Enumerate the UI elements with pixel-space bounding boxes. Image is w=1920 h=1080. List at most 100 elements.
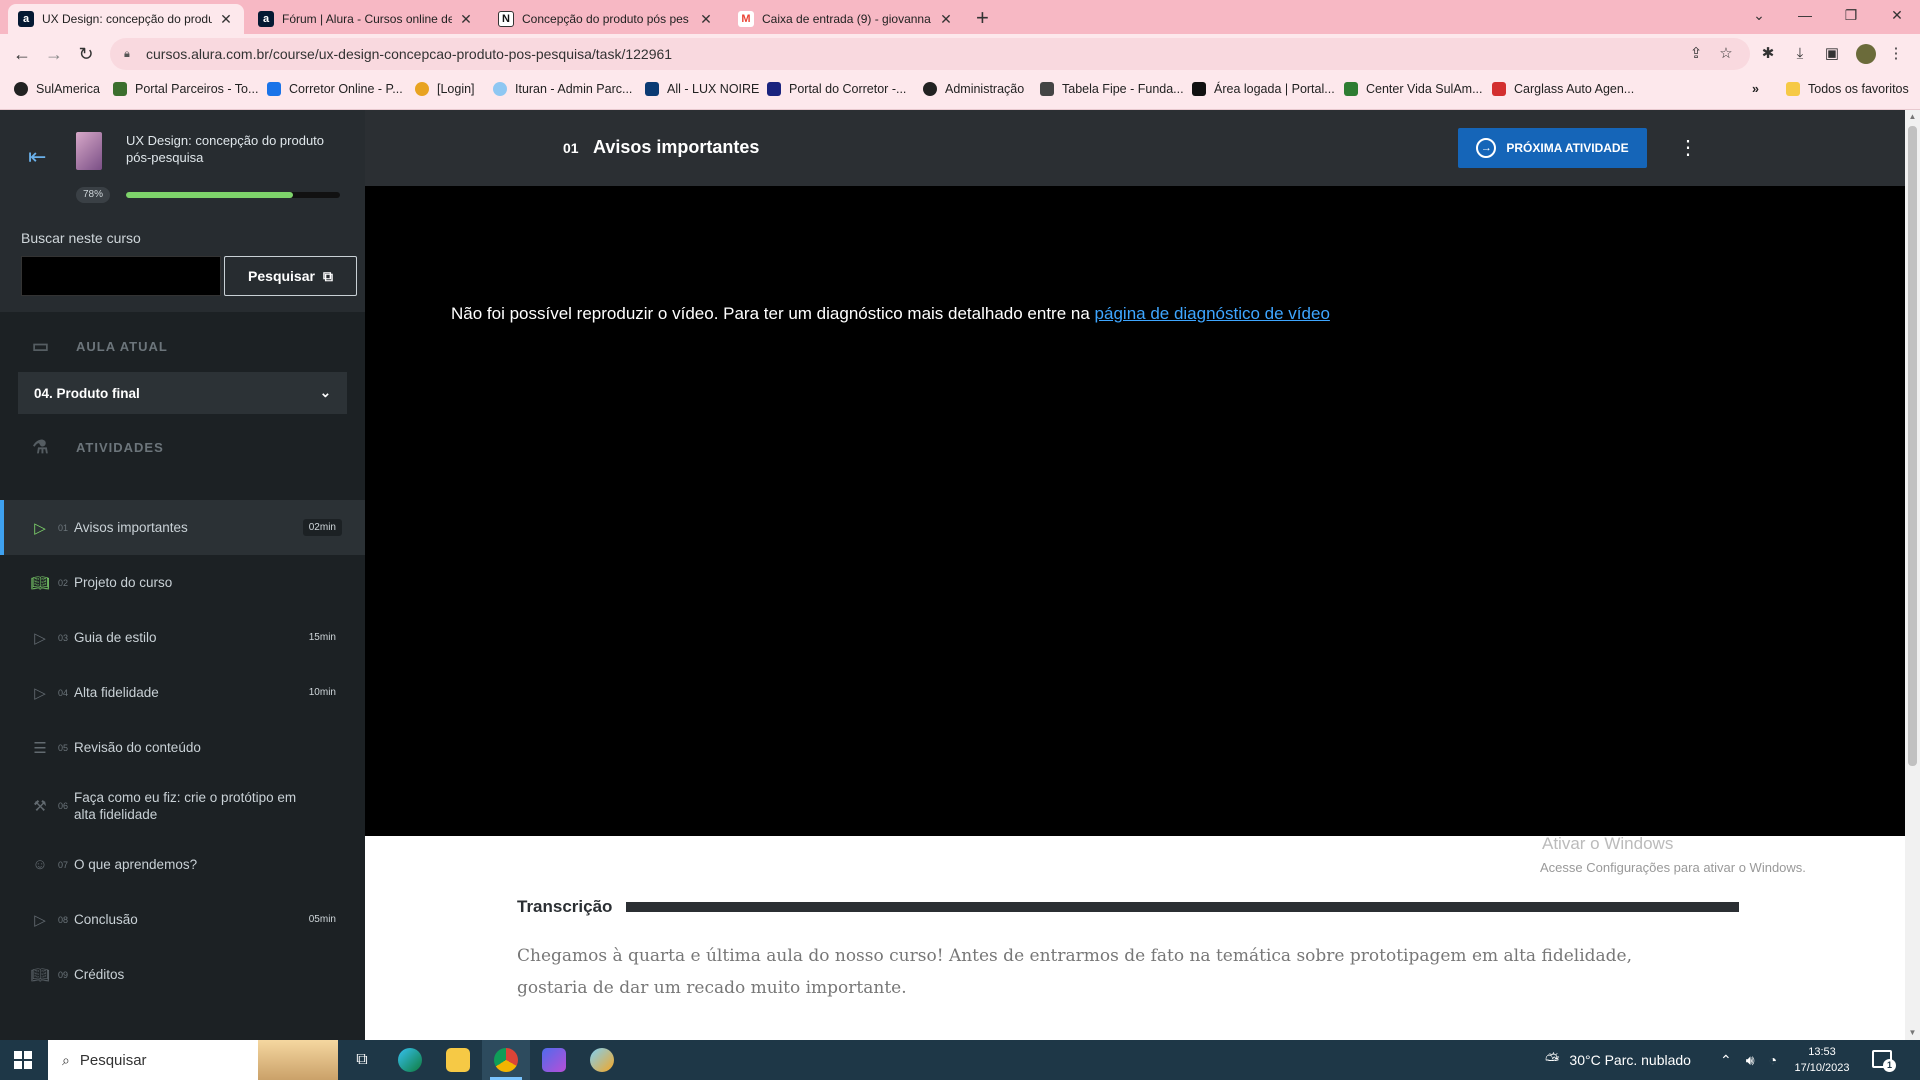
reload-icon[interactable]: ↻ (74, 42, 98, 66)
search-highlight-image (258, 1040, 338, 1080)
minimize-icon[interactable]: — (1782, 0, 1828, 30)
watermark-text: Acesse Configurações para ativar o Windo… (1540, 860, 1806, 875)
address-bar[interactable]: 🔒︎ cursos.alura.com.br/course/ux-design-… (110, 38, 1750, 70)
chevron-up-icon[interactable]: ⌃ (1720, 1052, 1732, 1069)
flask-icon: ⚗ (32, 437, 50, 457)
book-icon: ▭ (31, 336, 50, 356)
windows-start-icon[interactable] (14, 1051, 32, 1069)
bookmark-label: Tabela Fipe - Funda... (1062, 82, 1184, 96)
forward-arrow-icon[interactable]: → (42, 42, 66, 66)
activity-item-06[interactable]: ⚒ 06 Faça como eu fiz: crie o protótipo … (0, 775, 365, 837)
bookmark-item[interactable]: SulAmerica (14, 82, 100, 96)
bookmark-item[interactable]: Portal do Corretor -... (767, 82, 906, 96)
network-icon[interactable]: ◔ (1769, 1052, 1777, 1068)
close-tab-icon[interactable]: ✕ (458, 11, 474, 28)
activity-item-05[interactable]: ☰ 05 Revisão do conteúdo (0, 720, 365, 775)
bookmark-star-icon[interactable]: ☆ (1716, 44, 1736, 64)
chrome-menu-icon[interactable]: ⋮ (1886, 44, 1906, 64)
scroll-down-icon[interactable]: ▼ (1905, 1026, 1920, 1040)
task-view-icon[interactable]: ⧉ (338, 1040, 386, 1080)
browser-tab-0[interactable]: a UX Design: concepção do produ ✕ (8, 4, 244, 34)
activity-item-07[interactable]: ☺ 07 O que aprendemos? (0, 837, 365, 892)
search-icon: ⌕ (62, 1051, 70, 1068)
edge-icon[interactable] (386, 1040, 434, 1080)
browser-tab-strip: a UX Design: concepção do produ ✕ a Fóru… (0, 0, 1920, 34)
transcript-text: Chegamos à quarta e última aula do nosso… (517, 946, 1632, 998)
tab-title: Concepção do produto pós pes (522, 12, 689, 26)
video-icon: ▷ (34, 911, 46, 929)
video-player[interactable]: Não foi possível reproduzir o vídeo. Par… (365, 186, 1905, 836)
transcript-divider (626, 902, 1739, 912)
close-tab-icon[interactable]: ✕ (698, 11, 714, 28)
taskbar-clock[interactable]: 13:53 17/10/2023 (1790, 1044, 1854, 1076)
download-icon[interactable]: ⤓ (1790, 44, 1810, 64)
activity-item-08[interactable]: ▷ 08 Conclusão 05min (0, 892, 365, 947)
lesson-dropdown[interactable]: 04. Produto final ⌄ (18, 372, 347, 414)
volume-icon[interactable]: 🔊︎ (1746, 1052, 1755, 1069)
next-activity-button[interactable]: → PRÓXIMA ATIVIDADE (1458, 128, 1647, 168)
page-scrollbar[interactable]: ▲ ▼ (1905, 110, 1920, 1040)
scrollbar-thumb[interactable] (1908, 126, 1917, 766)
file-explorer-icon[interactable] (434, 1040, 482, 1080)
next-activity-label: PRÓXIMA ATIVIDADE (1506, 141, 1629, 155)
bookmark-item[interactable]: Ituran - Admin Parc... (493, 82, 632, 96)
weather-widget[interactable]: ⛅︎ 30°C Parc. nublado (1545, 1040, 1691, 1080)
collapse-sidebar-icon[interactable]: ⇤ (28, 144, 46, 170)
windows-taskbar: ⌕ Pesquisar ⧉ ⛅︎ 30°C Parc. nublado ⌃ 🔊︎… (0, 1040, 1920, 1080)
list-icon: ☰ (33, 739, 47, 757)
activity-label: Conclusão (74, 912, 138, 927)
chrome-icon[interactable] (482, 1040, 530, 1080)
copilot-icon[interactable] (530, 1040, 578, 1080)
activity-item-04[interactable]: ▷ 04 Alta fidelidade 10min (0, 665, 365, 720)
more-options-icon[interactable]: ⋮ (1678, 135, 1698, 160)
tab-search-icon[interactable]: ⌄ (1736, 0, 1782, 30)
activity-number: 01 (563, 140, 579, 156)
new-tab-icon[interactable]: + (976, 5, 989, 31)
taskbar-search[interactable]: ⌕ Pesquisar (48, 1040, 338, 1080)
search-label: Buscar neste curso (21, 230, 141, 246)
course-search-input[interactable] (21, 256, 221, 296)
system-tray: ⌃ 🔊︎ ◔ (1720, 1040, 1777, 1080)
close-window-icon[interactable]: ✕ (1874, 0, 1920, 30)
bookmark-label: [Login] (437, 82, 475, 96)
scroll-up-icon[interactable]: ▲ (1905, 110, 1920, 124)
bookmark-label: Carglass Auto Agen... (1514, 82, 1635, 96)
bookmark-item[interactable]: Center Vida SulAm... (1344, 82, 1483, 96)
notifications-icon[interactable]: 1 (1872, 1050, 1896, 1072)
paint-icon[interactable] (578, 1040, 626, 1080)
activity-item-09[interactable]: 📖︎ 09 Créditos (0, 947, 365, 1002)
browser-tab-2[interactable]: N Concepção do produto pós pes ✕ (488, 4, 724, 34)
activities-header: ⚗ ATIVIDADES (0, 437, 365, 458)
bookmark-item[interactable]: Corretor Online - P... (267, 82, 403, 96)
activity-item-02[interactable]: 📖︎ 02 Projeto do curso (0, 555, 365, 610)
browser-tab-1[interactable]: a Fórum | Alura - Cursos online de ✕ (248, 4, 484, 34)
share-icon[interactable]: ⇪ (1686, 44, 1706, 64)
profile-avatar[interactable] (1856, 44, 1876, 64)
restore-icon[interactable]: ❐ (1828, 0, 1874, 30)
bookmarks-overflow-icon[interactable]: » (1752, 82, 1759, 96)
bookmark-item[interactable]: Portal Parceiros - To... (113, 82, 258, 96)
side-panel-icon[interactable]: ▣ (1822, 44, 1842, 64)
bookmark-item[interactable]: [Login] (415, 82, 475, 96)
activity-number: 08 (58, 914, 69, 925)
bookmark-item[interactable]: Administração (923, 82, 1024, 96)
activity-number: 07 (58, 859, 69, 870)
bookmark-item[interactable]: Tabela Fipe - Funda... (1040, 82, 1184, 96)
close-tab-icon[interactable]: ✕ (938, 11, 954, 28)
activity-item-01[interactable]: ▷ 01 Avisos importantes 02min (0, 500, 365, 555)
activity-item-03[interactable]: ▷ 03 Guia de estilo 15min (0, 610, 365, 665)
bookmark-item[interactable]: Carglass Auto Agen... (1492, 82, 1634, 96)
book-icon: 📖︎ (30, 574, 50, 592)
close-tab-icon[interactable]: ✕ (218, 11, 234, 28)
back-arrow-icon[interactable]: ← (10, 42, 34, 66)
browser-tab-3[interactable]: M Caixa de entrada (9) - giovanna ✕ (728, 4, 964, 34)
bookmark-item[interactable]: Área logada | Portal... (1192, 82, 1335, 96)
extensions-icon[interactable]: ✱ (1758, 44, 1778, 64)
search-button[interactable]: Pesquisar ⧉ (224, 256, 357, 296)
course-title: UX Design: concepção do produto pós-pesq… (126, 133, 325, 165)
bookmark-item[interactable]: All - LUX NOIRE (645, 82, 759, 96)
all-favorites-folder[interactable]: Todos os favoritos (1786, 82, 1909, 96)
video-error-text: Não foi possível reproduzir o vídeo. Par… (451, 304, 1090, 323)
activity-label: Avisos importantes (74, 520, 188, 535)
diagnostic-link[interactable]: página de diagnóstico de vídeo (1095, 304, 1330, 323)
